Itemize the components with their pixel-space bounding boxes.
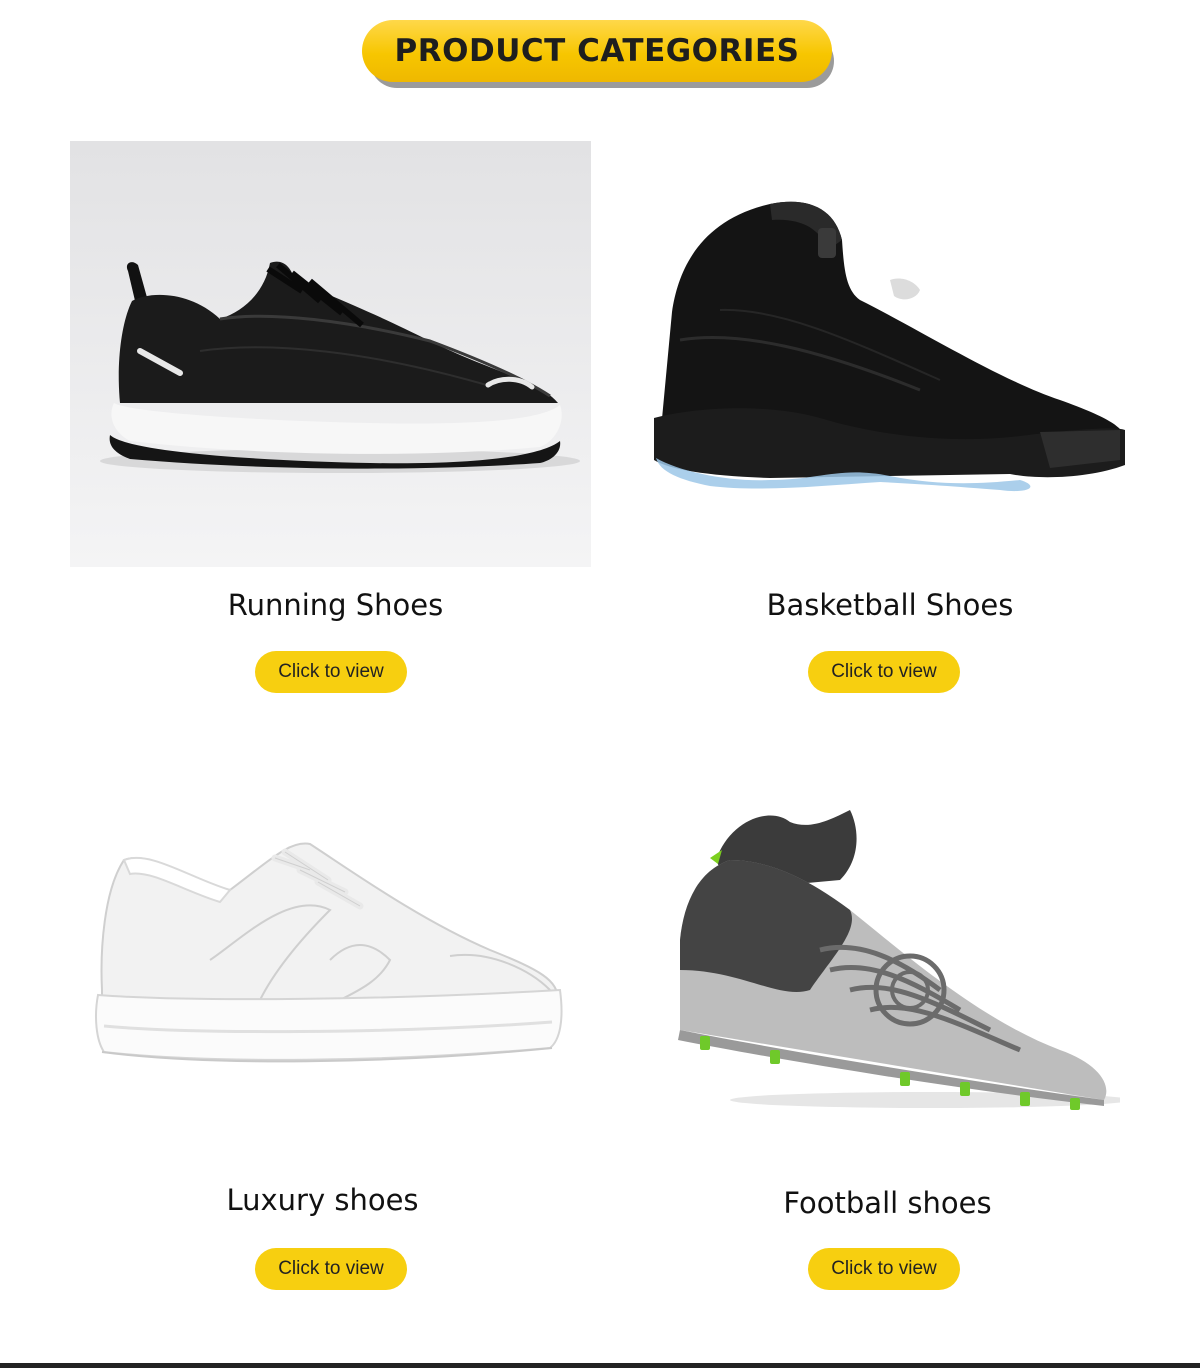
section-title: PRODUCT CATEGORIES [394, 33, 800, 69]
section-header: PRODUCT CATEGORIES [362, 20, 834, 88]
view-running-shoes-button[interactable]: Click to view [255, 651, 407, 693]
basketball-shoe-image[interactable] [620, 190, 1140, 550]
category-title-luxury: Luxury shoes [226, 1183, 419, 1217]
football-shoe-image[interactable] [660, 800, 1120, 1130]
section-banner: PRODUCT CATEGORIES [362, 20, 832, 82]
category-title-running: Running Shoes [227, 588, 444, 622]
footer-divider [0, 1363, 1200, 1368]
running-shoe-image[interactable] [70, 141, 591, 567]
category-title-basketball: Basketball Shoes [766, 588, 1014, 622]
luxury-shoe-image[interactable] [90, 830, 570, 1080]
view-football-shoes-button[interactable]: Click to view [808, 1248, 960, 1290]
view-basketball-shoes-button[interactable]: Click to view [808, 651, 960, 693]
view-luxury-shoes-button[interactable]: Click to view [255, 1248, 407, 1290]
category-title-football: Football shoes [783, 1186, 992, 1220]
